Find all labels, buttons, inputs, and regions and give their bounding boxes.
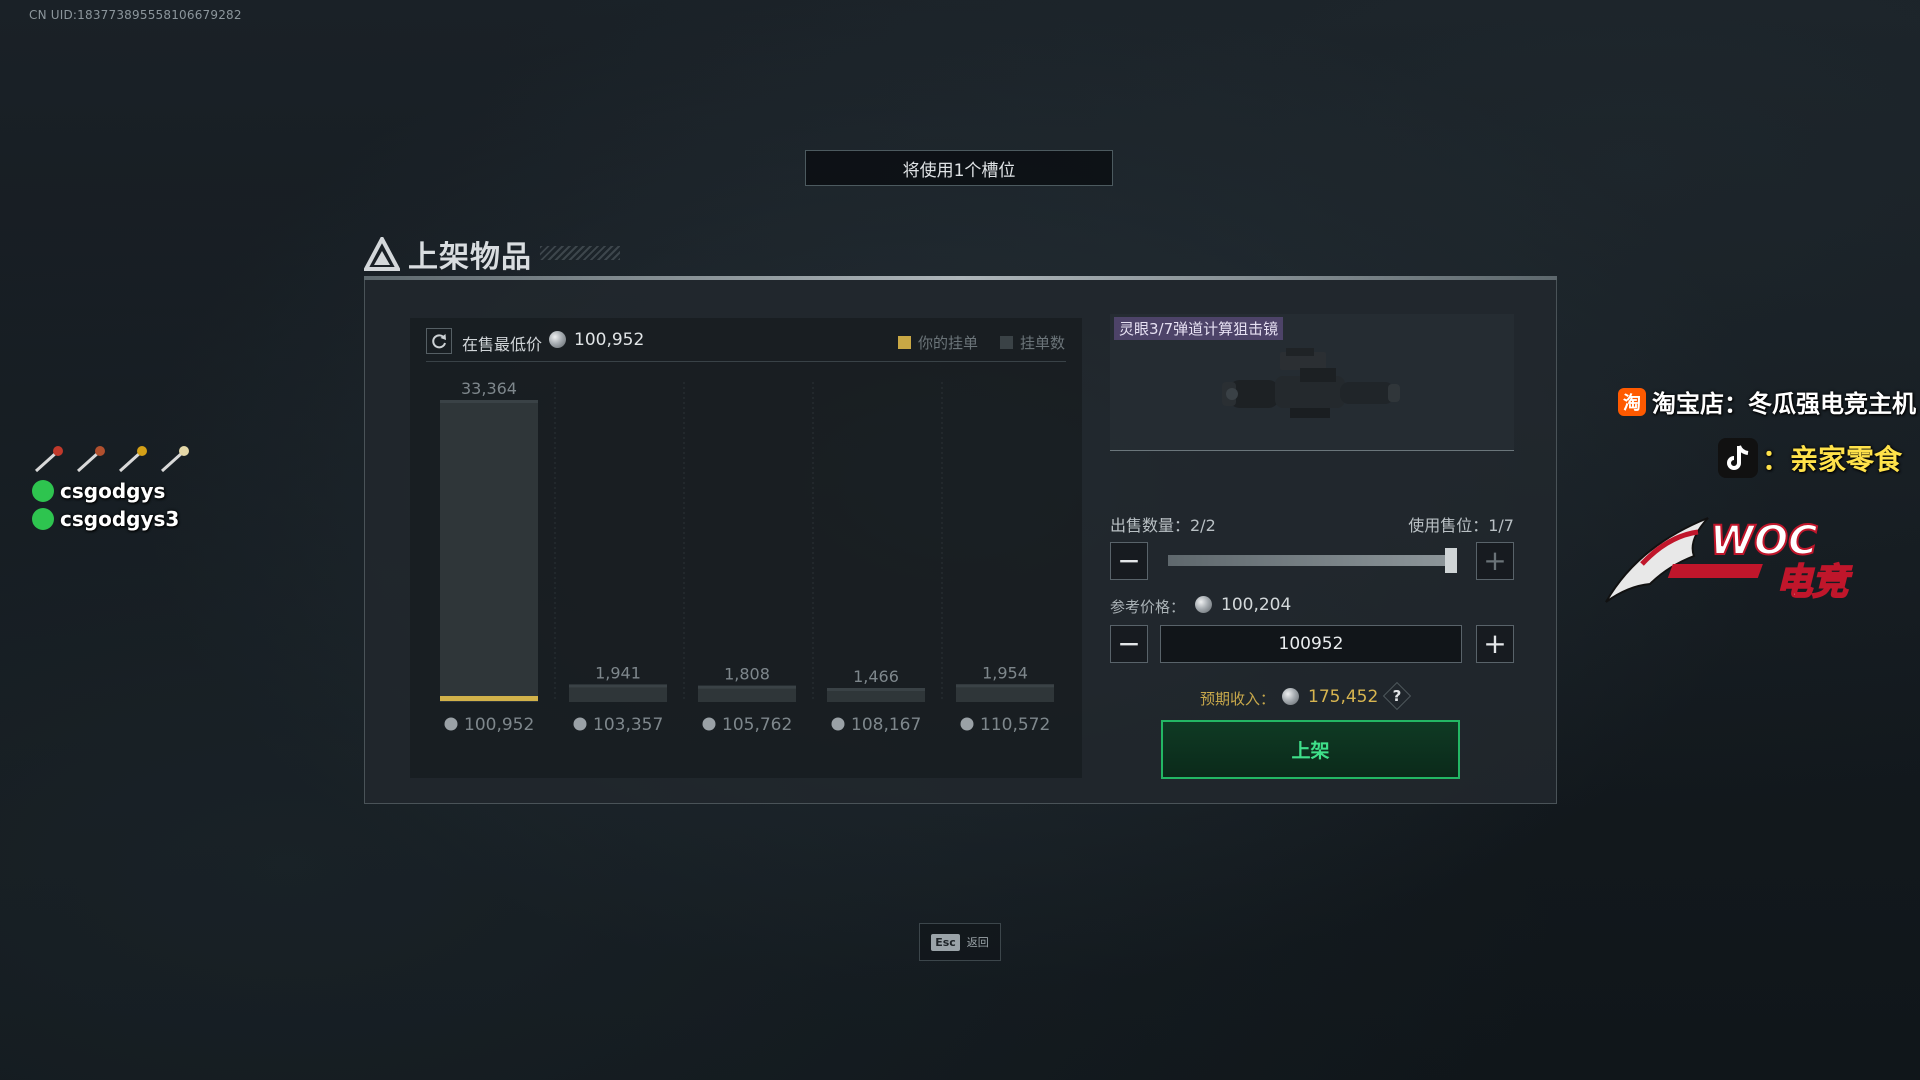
expected-income-value: 175,452	[1308, 687, 1379, 707]
coin-icon	[702, 717, 716, 731]
bar-value-label: 1,808	[724, 665, 770, 684]
help-icon: ?	[1392, 687, 1402, 705]
wand-badge-icon	[34, 446, 63, 473]
quantity-plus-button[interactable]: +	[1476, 542, 1514, 580]
sell-quantity-label: 出售数量：2/2	[1110, 516, 1216, 535]
taobao-shop-banner: 淘 淘宝店：冬瓜强电竞主机	[1618, 384, 1916, 419]
listing-form: 灵眼3/7弹道计算狙击镜 出售数量：2/2 使用售位：1/7 − + 参考价格：…	[1110, 314, 1514, 784]
back-label: 返回	[966, 936, 989, 949]
count-bar-top	[827, 688, 925, 691]
bar-value-label: 33,364	[461, 379, 517, 398]
coin-icon	[1282, 688, 1299, 705]
legend-label-yours: 你的挂单	[918, 334, 979, 352]
count-bar-top	[440, 400, 538, 403]
coin-icon	[960, 717, 974, 731]
count-bar-top	[569, 684, 667, 688]
page-header: 上架物品	[364, 232, 532, 276]
count-bar	[440, 400, 538, 702]
bar-value-label: 1,954	[982, 663, 1028, 682]
lowest-price-value: 100,952	[574, 330, 645, 350]
slots-used-label: 使用售位：1/7	[1408, 516, 1514, 535]
list-item-button[interactable]: 上架	[1161, 720, 1460, 779]
item-card: 灵眼3/7弹道计算狙击镜	[1110, 314, 1514, 451]
quantity-minus-button[interactable]: −	[1110, 542, 1148, 580]
douyin-text: ：亲家零食	[1761, 443, 1902, 476]
coin-icon	[573, 717, 587, 731]
douyin-icon	[1717, 438, 1758, 478]
reference-price-value: 100,204	[1221, 595, 1292, 615]
legend-label-count: 挂单数	[1020, 334, 1066, 352]
scope-item-image	[1222, 348, 1400, 418]
quantity-slider-track[interactable]	[1168, 555, 1451, 566]
coin-icon	[444, 717, 458, 731]
chat-line: csgodgys3	[32, 505, 192, 533]
wand-badge-icon	[160, 446, 189, 473]
legend-swatch-yours	[898, 336, 911, 349]
wechat-icon	[32, 480, 54, 502]
legend-swatch-count	[1000, 336, 1013, 349]
quantity-slider-thumb[interactable]	[1445, 548, 1457, 573]
refresh-button[interactable]	[426, 328, 452, 354]
woc-esports-logo: WOC 电竞	[1605, 517, 1853, 604]
bar-value-label: 1,466	[853, 667, 899, 686]
title-decoration	[540, 246, 620, 260]
price-tick-label: 108,167	[851, 715, 921, 735]
expected-income-label: 预期收入：	[1200, 690, 1276, 708]
page-title: 上架物品	[408, 240, 532, 275]
refresh-icon	[432, 334, 446, 349]
your-listing-bar	[440, 696, 538, 701]
esc-back-hint[interactable]: Esc 返回	[919, 923, 1001, 961]
player-uid: CN UID:183773895558106679282	[29, 8, 242, 22]
coin-icon	[1195, 596, 1212, 613]
taobao-shop-text: 淘宝店：冬瓜强电竞主机	[1652, 390, 1916, 418]
legend-listing-count: 挂单数	[1000, 332, 1065, 353]
coin-icon	[549, 331, 566, 348]
chat-username: csgodgys3	[60, 507, 180, 531]
count-bar-top	[698, 685, 796, 689]
panel-top-border	[364, 276, 1557, 280]
bar-value-label: 1,941	[595, 663, 641, 682]
legend-your-listing: 你的挂单	[898, 332, 978, 353]
svg-text:WOC: WOC	[1710, 518, 1817, 564]
lowest-price-label: 在售最低价	[462, 335, 543, 354]
slot-usage-banner: 将使用1个槽位	[805, 150, 1113, 186]
douyin-banner: ：亲家零食	[1717, 438, 1902, 478]
svg-text:电竞: 电竞	[1776, 562, 1852, 603]
price-tick-label: 110,572	[980, 715, 1050, 735]
wechat-icon	[32, 508, 54, 530]
delta-logo-icon	[364, 237, 400, 271]
count-bar-top	[956, 684, 1054, 688]
reference-price-label: 参考价格：	[1110, 598, 1186, 616]
price-chart: 在售最低价 100,952 你的挂单 挂单数 33,364 100,952 1,94…	[410, 318, 1082, 778]
taobao-icon: 淘	[1618, 387, 1646, 416]
price-tick-label: 103,357	[593, 715, 663, 735]
item-name-tag: 灵眼3/7弹道计算狙击镜	[1114, 317, 1284, 340]
badge-row	[32, 445, 192, 475]
stream-chat-overlay: csgodgys csgodgys3	[32, 445, 192, 533]
price-plus-button[interactable]: +	[1476, 625, 1514, 663]
price-tick-label: 105,762	[722, 715, 792, 735]
price-tick-label: 100,952	[464, 715, 534, 735]
chart-header: 在售最低价 100,952 你的挂单 挂单数	[410, 318, 1082, 362]
wand-badge-icon	[76, 446, 105, 473]
coin-icon	[831, 717, 845, 731]
chat-line: csgodgys	[32, 477, 192, 505]
price-minus-button[interactable]: −	[1110, 625, 1148, 663]
chat-username: csgodgys	[60, 479, 166, 503]
price-input[interactable]	[1160, 625, 1462, 663]
income-help-button[interactable]: ?	[1386, 685, 1408, 707]
chart-plot: 33,364 100,952 1,941 103,357 1,808 105,762 1,4…	[440, 379, 1054, 735]
esc-key-icon: Esc	[931, 933, 960, 951]
wand-badge-icon	[118, 446, 147, 473]
